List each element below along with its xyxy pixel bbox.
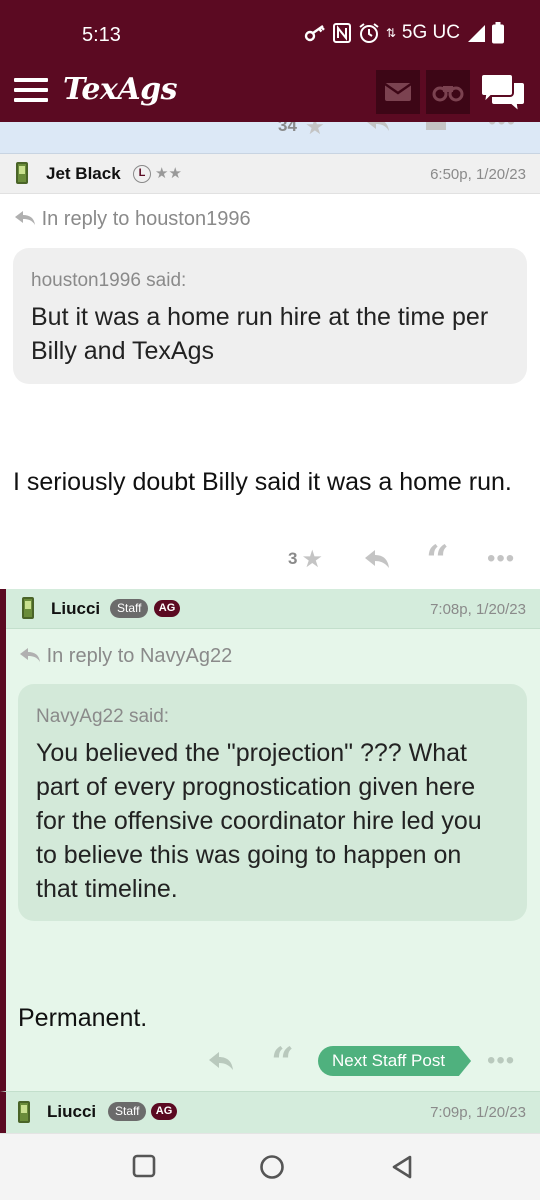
reply-arrow-icon xyxy=(20,648,40,662)
key-icon xyxy=(304,23,326,43)
quote-button[interactable]: “ xyxy=(271,1039,295,1086)
app-header: TexAgs xyxy=(0,64,540,122)
binoculars-icon xyxy=(432,86,464,102)
post-timestamp: 7:08p, 1/20/23 xyxy=(430,601,526,618)
star-icon: ★ xyxy=(301,545,323,573)
more-icon: ••• xyxy=(487,545,516,572)
phone-icon xyxy=(16,162,28,184)
quote-block: houston1996 said: But it was a home run … xyxy=(13,248,527,384)
post-username[interactable]: Jet Black xyxy=(46,164,121,184)
network-label: 5G UC xyxy=(401,22,460,43)
reply-to-text: In reply to houston1996 xyxy=(41,208,251,230)
reply-to-link[interactable]: In reply to houston1996 xyxy=(14,208,251,231)
post-body: Permanent. xyxy=(18,1004,148,1032)
post-body: I seriously doubt Billy said it was a ho… xyxy=(13,468,512,496)
post-timestamp: 6:50p, 1/20/23 xyxy=(430,166,526,183)
reply-button[interactable] xyxy=(364,542,390,576)
reply-icon xyxy=(365,550,389,568)
mail-button[interactable] xyxy=(376,70,420,114)
reply-icon xyxy=(209,1052,233,1070)
texags-logo[interactable]: TexAgs xyxy=(63,72,178,107)
ag-badge: AG xyxy=(151,1103,177,1120)
more-icon: ••• xyxy=(487,1047,516,1074)
battery-icon xyxy=(492,22,504,44)
star-button[interactable]: 3 ★ xyxy=(288,542,323,576)
prev-more-icon[interactable]: ••• xyxy=(488,122,516,136)
quote-text: But it was a home run hire at the time p… xyxy=(31,303,489,365)
rank-stars: ★★ xyxy=(155,165,182,182)
prev-reply-icon[interactable] xyxy=(366,122,390,137)
post-actions: “ Next Staff Post ••• xyxy=(0,1039,540,1086)
more-button[interactable]: ••• xyxy=(487,1044,515,1078)
star-count: 3 xyxy=(288,549,298,568)
post-username[interactable]: Liucci xyxy=(51,599,100,619)
reply-to-text: In reply to NavyAg22 xyxy=(46,645,233,667)
home-button[interactable] xyxy=(259,1154,285,1185)
post-timestamp: 7:09p, 1/20/23 xyxy=(430,1104,526,1121)
next-post-header: Liucci Staff AG 7:09p, 1/20/23 xyxy=(0,1091,540,1133)
signal-icon xyxy=(466,23,486,43)
previous-post-actions: 34 ★ ••• xyxy=(0,122,540,154)
post-header: Jet Black L ★★ 6:50p, 1/20/23 xyxy=(0,154,540,194)
back-triangle-icon xyxy=(392,1155,412,1179)
more-button[interactable]: ••• xyxy=(487,542,515,576)
status-icons: ⇅ 5G UC xyxy=(304,22,504,44)
status-bar: 5:13 ⇅ 5G UC xyxy=(0,0,540,64)
staff-post-header: Liucci Staff AG 7:08p, 1/20/23 xyxy=(6,589,540,629)
circle-icon xyxy=(260,1155,284,1179)
system-nav-bar xyxy=(0,1133,540,1200)
alarm-icon xyxy=(358,22,380,44)
quote-block: NavyAg22 said: You believed the "project… xyxy=(18,684,527,921)
prev-star-icon[interactable]: ★ xyxy=(305,122,325,140)
nfc-icon xyxy=(332,22,352,44)
recents-button[interactable] xyxy=(132,1154,156,1183)
menu-icon[interactable] xyxy=(14,78,48,106)
prev-star-count: 34 xyxy=(278,122,297,135)
reply-arrow-icon xyxy=(15,211,35,225)
chat-button[interactable] xyxy=(480,72,526,115)
data-arrows-icon: ⇅ xyxy=(385,26,396,40)
reply-button[interactable] xyxy=(208,1044,234,1078)
post-actions: 3 ★ “ ••• xyxy=(0,537,540,584)
quote-icon: “ xyxy=(426,537,450,584)
phone-icon xyxy=(22,597,34,619)
square-icon xyxy=(132,1154,156,1178)
staff-badge: Staff xyxy=(108,1102,147,1121)
mail-icon xyxy=(384,83,412,101)
binoculars-button[interactable] xyxy=(426,70,470,114)
quote-icon: “ xyxy=(271,1039,295,1086)
post-username[interactable]: Liucci xyxy=(47,1102,96,1122)
phone-icon xyxy=(18,1101,30,1123)
quote-text: You believed the "projection" ??? What p… xyxy=(36,739,482,903)
status-time: 5:13 xyxy=(82,24,121,46)
quote-author: NavyAg22 said: xyxy=(36,706,170,727)
ag-badge: AG xyxy=(154,600,180,617)
prev-quote-icon[interactable] xyxy=(426,122,446,130)
quote-author: houston1996 said: xyxy=(31,270,187,291)
next-staff-post-button[interactable]: Next Staff Post xyxy=(318,1046,472,1076)
chat-bubbles-icon xyxy=(480,73,526,115)
letterman-badge: L xyxy=(133,165,151,183)
quote-button[interactable]: “ xyxy=(426,537,450,584)
staff-badge: Staff xyxy=(110,599,149,618)
back-button[interactable] xyxy=(390,1154,414,1185)
reply-to-link[interactable]: In reply to NavyAg22 xyxy=(19,645,232,668)
